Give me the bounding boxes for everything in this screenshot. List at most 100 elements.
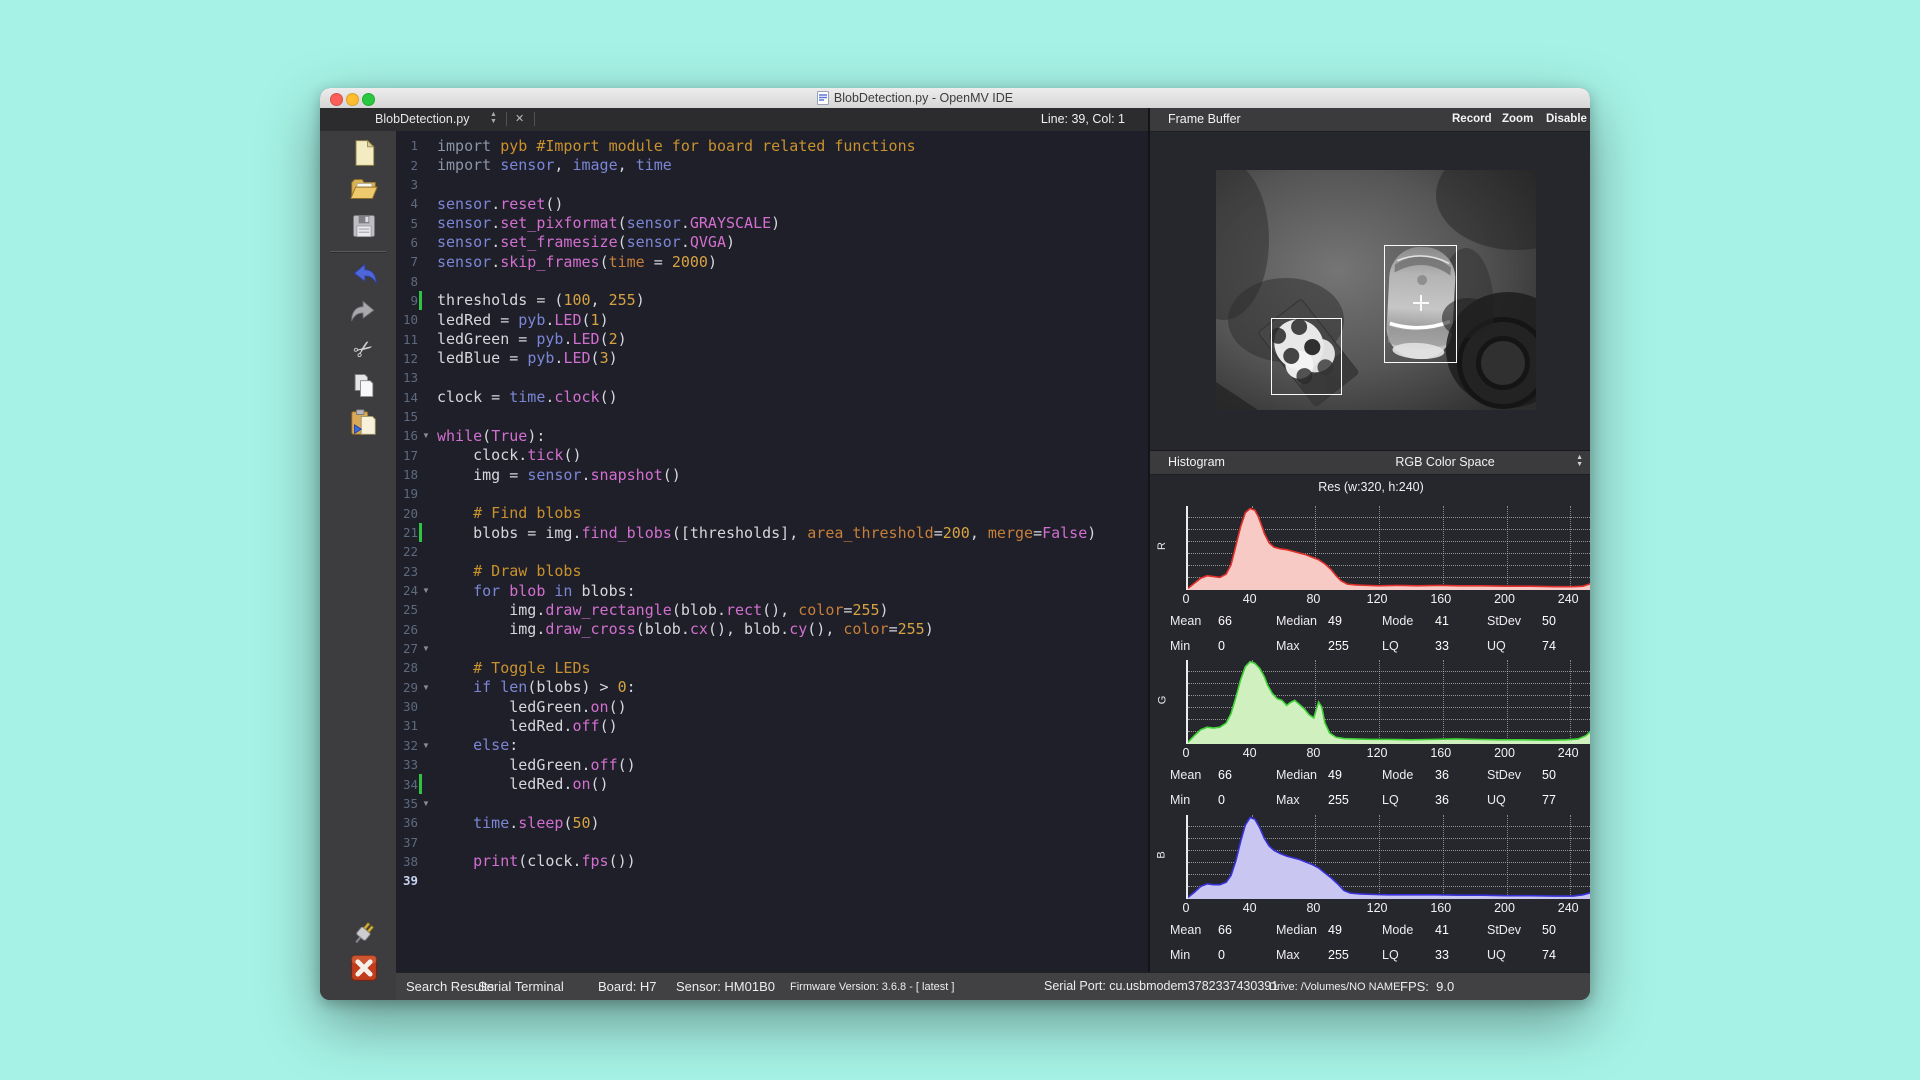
line-number: 39 bbox=[396, 873, 418, 888]
stat-label: Mean bbox=[1170, 768, 1201, 782]
line-number: 30 bbox=[396, 699, 418, 714]
save-file-button[interactable] bbox=[347, 209, 381, 243]
gutter-marker bbox=[418, 155, 437, 174]
disconnect-button[interactable] bbox=[347, 951, 381, 985]
fold-arrow-icon[interactable]: ▼ bbox=[422, 586, 430, 595]
copy-button[interactable] bbox=[347, 369, 381, 403]
code-text: ledRed = pyb.LED(1) bbox=[437, 311, 609, 329]
code-line-28[interactable]: 28 # Toggle LEDs bbox=[396, 658, 1148, 677]
code-line-30[interactable]: 30 ledGreen.on() bbox=[396, 697, 1148, 716]
code-line-31[interactable]: 31 ledRed.off() bbox=[396, 716, 1148, 735]
code-line-25[interactable]: 25 img.draw_rectangle(blob.rect(), color… bbox=[396, 600, 1148, 619]
code-line-29[interactable]: 29▼ if len(blobs) > 0: bbox=[396, 678, 1148, 697]
code-line-16[interactable]: 16▼while(True): bbox=[396, 426, 1148, 445]
histogram-channel-R: R04080120160200240Mean66Median49Mode41St… bbox=[1150, 502, 1590, 662]
gutter-marker[interactable]: ▼ bbox=[418, 736, 437, 755]
code-text: # Draw blobs bbox=[437, 562, 582, 580]
code-line-26[interactable]: 26 img.draw_cross(blob.cx(), blob.cy(), … bbox=[396, 620, 1148, 639]
zoom-button[interactable]: Zoom bbox=[1502, 113, 1533, 125]
code-line-9[interactable]: 9thresholds = (100, 255) bbox=[396, 291, 1148, 310]
gutter-marker[interactable]: ▼ bbox=[418, 678, 437, 697]
code-line-35[interactable]: 35▼ bbox=[396, 794, 1148, 813]
fold-arrow-icon[interactable]: ▼ bbox=[422, 799, 430, 808]
x-axis-tick-label: 160 bbox=[1419, 746, 1463, 760]
fold-arrow-icon[interactable]: ▼ bbox=[422, 741, 430, 750]
record-button[interactable]: Record bbox=[1452, 113, 1492, 125]
code-line-20[interactable]: 20 # Find blobs bbox=[396, 504, 1148, 523]
code-text: sensor.set_pixformat(sensor.GRAYSCALE) bbox=[437, 214, 780, 232]
tab-switcher-arrows-icon[interactable]: ▲▼ bbox=[490, 111, 497, 125]
stat-label: LQ bbox=[1382, 639, 1399, 653]
stat-value: 50 bbox=[1542, 768, 1556, 782]
code-line-1[interactable]: 1import pyb #Import module for board rel… bbox=[396, 136, 1148, 155]
code-line-10[interactable]: 10ledRed = pyb.LED(1) bbox=[396, 310, 1148, 329]
open-file-button[interactable] bbox=[347, 172, 381, 206]
code-line-8[interactable]: 8 bbox=[396, 271, 1148, 290]
tab-blobdetection[interactable]: BlobDetection.py bbox=[375, 112, 470, 126]
code-line-2[interactable]: 2import sensor, image, time bbox=[396, 155, 1148, 174]
x-axis-tick-label: 80 bbox=[1291, 746, 1335, 760]
code-line-3[interactable]: 3 bbox=[396, 175, 1148, 194]
status-serial-terminal[interactable]: Serial Terminal bbox=[478, 979, 564, 994]
new-file-button[interactable] bbox=[347, 136, 381, 170]
color-space-arrows-icon[interactable]: ▲▼ bbox=[1576, 454, 1583, 468]
redo-button[interactable] bbox=[347, 295, 381, 329]
code-line-38[interactable]: 38 print(clock.fps()) bbox=[396, 852, 1148, 871]
code-line-17[interactable]: 17 clock.tick() bbox=[396, 446, 1148, 465]
code-line-39[interactable]: 39 bbox=[396, 871, 1148, 890]
gutter-marker[interactable]: ▼ bbox=[418, 426, 437, 445]
undo-button[interactable] bbox=[347, 258, 381, 292]
code-line-4[interactable]: 4sensor.reset() bbox=[396, 194, 1148, 213]
code-line-14[interactable]: 14clock = time.clock() bbox=[396, 387, 1148, 406]
code-line-22[interactable]: 22 bbox=[396, 542, 1148, 561]
status-serial-port: Serial Port: cu.usbmodem3782337430391 bbox=[1044, 979, 1278, 993]
stat-label: Min bbox=[1170, 639, 1190, 653]
code-line-15[interactable]: 15 bbox=[396, 407, 1148, 426]
line-number: 15 bbox=[396, 409, 418, 424]
line-number: 23 bbox=[396, 564, 418, 579]
code-line-13[interactable]: 13 bbox=[396, 368, 1148, 387]
x-axis-tick-label: 40 bbox=[1228, 901, 1272, 915]
gutter-marker bbox=[418, 871, 437, 890]
disable-button[interactable]: Disable bbox=[1546, 113, 1587, 125]
line-number: 26 bbox=[396, 622, 418, 637]
x-axis-tick-label: 240 bbox=[1546, 901, 1590, 915]
stat-value: 77 bbox=[1542, 793, 1556, 807]
desktop-background: BlobDetection.py - OpenMV IDE BlobDetect… bbox=[0, 0, 1920, 1080]
line-number: 19 bbox=[396, 486, 418, 501]
gutter-marker[interactable]: ▼ bbox=[418, 639, 437, 658]
color-space-select[interactable]: RGB Color Space bbox=[1395, 455, 1494, 469]
code-line-27[interactable]: 27▼ bbox=[396, 639, 1148, 658]
code-line-34[interactable]: 34 ledRed.on() bbox=[396, 774, 1148, 793]
gutter-marker[interactable]: ▼ bbox=[418, 581, 437, 600]
code-line-32[interactable]: 32▼ else: bbox=[396, 736, 1148, 755]
code-editor[interactable]: 1import pyb #Import module for board rel… bbox=[396, 131, 1148, 972]
code-line-36[interactable]: 36 time.sleep(50) bbox=[396, 813, 1148, 832]
code-line-24[interactable]: 24▼ for blob in blobs: bbox=[396, 581, 1148, 600]
stat-value: 66 bbox=[1218, 923, 1232, 937]
tab-close-icon[interactable]: ✕ bbox=[515, 112, 524, 125]
stat-label: Max bbox=[1276, 948, 1300, 962]
code-line-6[interactable]: 6sensor.set_framesize(sensor.QVGA) bbox=[396, 233, 1148, 252]
gutter-marker bbox=[418, 291, 437, 310]
connect-button[interactable] bbox=[347, 916, 381, 950]
code-line-37[interactable]: 37 bbox=[396, 832, 1148, 851]
code-line-7[interactable]: 7sensor.skip_frames(time = 2000) bbox=[396, 252, 1148, 271]
code-line-5[interactable]: 5sensor.set_pixformat(sensor.GRAYSCALE) bbox=[396, 213, 1148, 232]
stat-label: Median bbox=[1276, 614, 1317, 628]
cut-button[interactable]: ✂ bbox=[347, 332, 381, 366]
paste-button[interactable] bbox=[347, 406, 381, 440]
code-line-11[interactable]: 11ledGreen = pyb.LED(2) bbox=[396, 329, 1148, 348]
fold-arrow-icon[interactable]: ▼ bbox=[422, 431, 430, 440]
gutter-marker[interactable]: ▼ bbox=[418, 794, 437, 813]
code-text: img.draw_cross(blob.cx(), blob.cy(), col… bbox=[437, 620, 934, 638]
code-line-19[interactable]: 19 bbox=[396, 484, 1148, 503]
code-line-18[interactable]: 18 img = sensor.snapshot() bbox=[396, 465, 1148, 484]
code-line-12[interactable]: 12ledBlue = pyb.LED(3) bbox=[396, 349, 1148, 368]
code-line-23[interactable]: 23 # Draw blobs bbox=[396, 562, 1148, 581]
fold-arrow-icon[interactable]: ▼ bbox=[422, 644, 430, 653]
code-line-33[interactable]: 33 ledGreen.off() bbox=[396, 755, 1148, 774]
fold-arrow-icon[interactable]: ▼ bbox=[422, 683, 430, 692]
code-text: import sensor, image, time bbox=[437, 156, 672, 174]
code-line-21[interactable]: 21 blobs = img.find_blobs([thresholds], … bbox=[396, 523, 1148, 542]
